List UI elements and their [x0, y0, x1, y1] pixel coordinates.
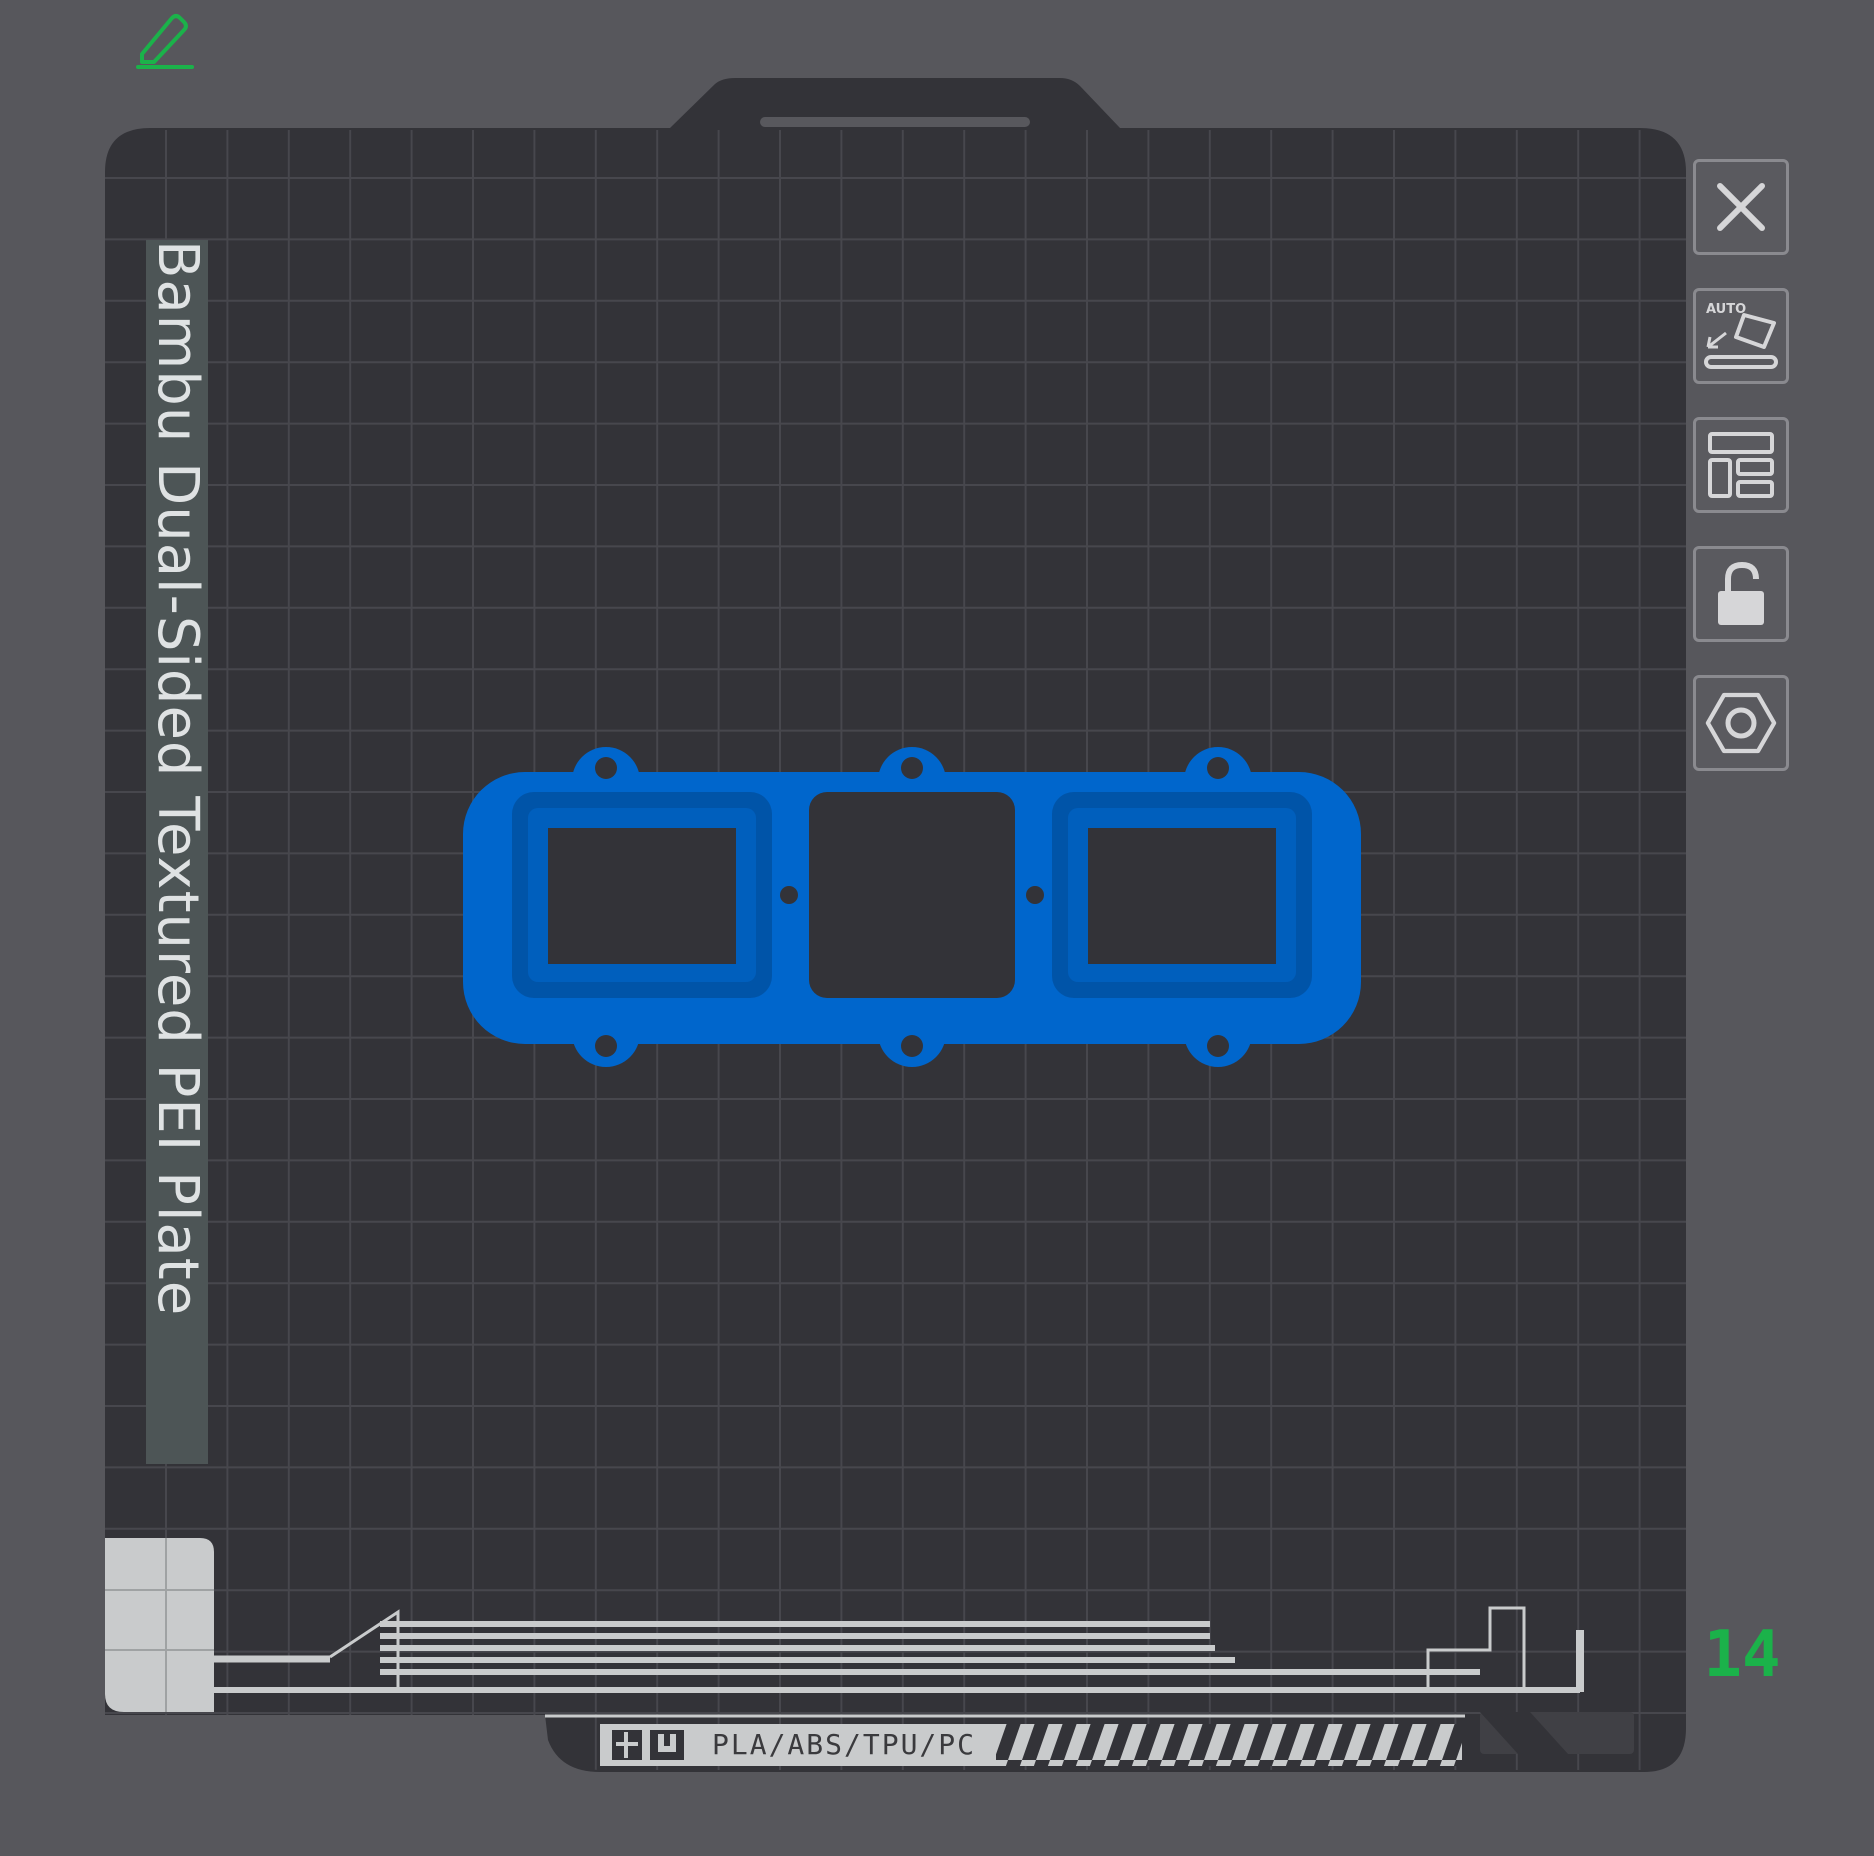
- build-plate-canvas: [105, 78, 1686, 1772]
- plate-view: Bambu Dual-Sided Textured PEI Plate PLA/…: [0, 0, 1874, 1852]
- plate-corner-marker: [105, 1538, 214, 1712]
- edit-plate-name-button[interactable]: [134, 10, 196, 72]
- arrange-button[interactable]: [1693, 417, 1789, 513]
- plate-tab-slot: [760, 117, 1030, 127]
- close-icon: [1717, 183, 1765, 231]
- plate-number: 14: [1703, 1618, 1781, 1692]
- plate-type-label: Bambu Dual-Sided Textured PEI Plate: [146, 240, 208, 1464]
- unlock-icon: [1718, 561, 1764, 625]
- auto-orient-icon: AUTO: [1704, 302, 1778, 369]
- lock-button[interactable]: [1693, 546, 1789, 642]
- auto-badge-text: AUTO: [1706, 302, 1746, 317]
- arrange-icon: [1708, 432, 1774, 498]
- hexagon-settings-icon: [1705, 692, 1777, 754]
- filament-compatibility-label: PLA/ABS/TPU/PC: [712, 1728, 977, 1761]
- plate-type-text: Bambu Dual-Sided Textured PEI Plate: [146, 240, 208, 1317]
- plate-settings-button[interactable]: [1693, 675, 1789, 771]
- auto-orient-button[interactable]: AUTO: [1693, 288, 1789, 384]
- printed-part-model[interactable]: [463, 747, 1361, 1067]
- close-plate-button[interactable]: [1693, 159, 1789, 255]
- pencil-edit-icon: [136, 14, 194, 69]
